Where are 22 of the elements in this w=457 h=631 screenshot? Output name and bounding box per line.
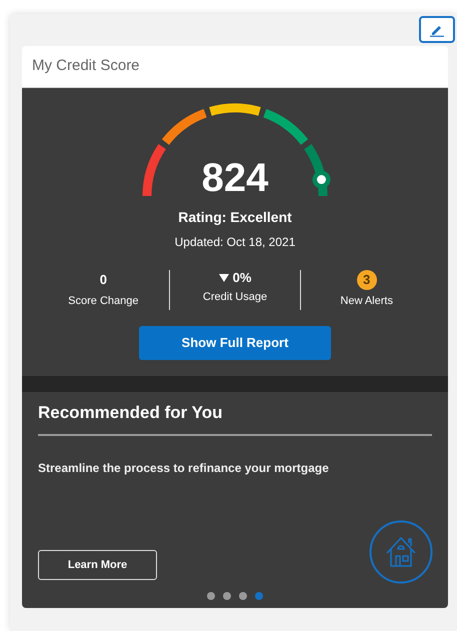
stat-label: Score Change	[68, 295, 138, 307]
credit-score: 824	[200, 158, 270, 198]
stat-value: 0	[100, 272, 107, 288]
updated-date: Updated: Oct 18, 2021	[174, 235, 296, 251]
alert-count-badge: 3	[356, 270, 377, 290]
gauge-segment	[209, 104, 261, 116]
show-report-button[interactable]: Show Full Report	[139, 326, 331, 360]
carousel-dot[interactable]	[207, 592, 215, 600]
recommendation-text: Streamline the process to refinance your mortgage	[38, 461, 329, 476]
stat-label: New Alerts	[340, 295, 393, 308]
card-title: My Credit Score	[32, 56, 140, 76]
learn-more-button[interactable]: Learn More	[38, 550, 157, 580]
rating-text: Rating: Excellent	[178, 208, 292, 226]
section-title: Recommended for You	[38, 403, 223, 422]
carousel-dot[interactable]	[223, 592, 231, 600]
stat-value: 0%	[232, 270, 252, 286]
down-triangle-icon	[218, 274, 229, 282]
stat-label: Credit Usage	[202, 291, 268, 304]
carousel-dot[interactable]	[255, 592, 263, 600]
carousel-dot[interactable]	[239, 592, 247, 600]
house-icon	[369, 520, 433, 584]
edit-button[interactable]	[419, 16, 455, 43]
